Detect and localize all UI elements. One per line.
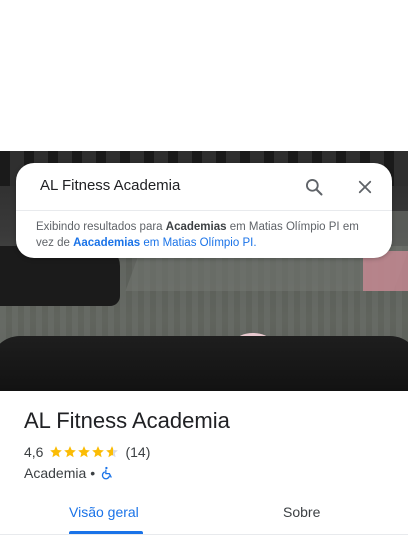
- notice-original: Aacademias: [73, 237, 141, 249]
- rating-row[interactable]: 4,6 (14): [24, 444, 150, 460]
- star-icon: [64, 446, 77, 458]
- wheelchair-icon: [102, 466, 112, 480]
- tab-about[interactable]: Sobre: [283, 504, 320, 520]
- close-icon[interactable]: [356, 178, 374, 196]
- place-title: AL Fitness Academia: [24, 408, 230, 433]
- star-icon: [50, 446, 63, 458]
- notice-corrected: Academias: [165, 221, 227, 233]
- separator: •: [90, 465, 96, 481]
- photo-bench-bottom: [0, 336, 408, 391]
- notice-original-suffix: em Matias Olímpio PI.: [140, 237, 257, 249]
- search-card: AL Fitness Academia Exibindo resultados …: [16, 163, 392, 258]
- tabs-divider: [0, 534, 408, 535]
- tab-overview[interactable]: Visão geral: [69, 504, 139, 520]
- blank-area: [0, 0, 408, 151]
- star-half-icon: [106, 446, 119, 458]
- rating-stars: [49, 445, 119, 459]
- search-input[interactable]: AL Fitness Academia: [40, 177, 180, 194]
- spelling-notice: Exibindo resultados para Academias em Ma…: [36, 219, 376, 251]
- search-divider: [16, 210, 392, 211]
- place-category: Academia: [24, 465, 87, 481]
- category-row: Academia •: [24, 465, 114, 481]
- search-icon[interactable]: [304, 177, 324, 197]
- review-count[interactable]: (14): [125, 444, 150, 460]
- star-icon: [92, 446, 105, 458]
- star-icon: [78, 446, 91, 458]
- notice-prefix: Exibindo resultados para: [36, 221, 166, 233]
- rating-value: 4,6: [24, 444, 44, 460]
- original-query-link[interactable]: Aacademias em Matias Olímpio PI.: [73, 237, 256, 249]
